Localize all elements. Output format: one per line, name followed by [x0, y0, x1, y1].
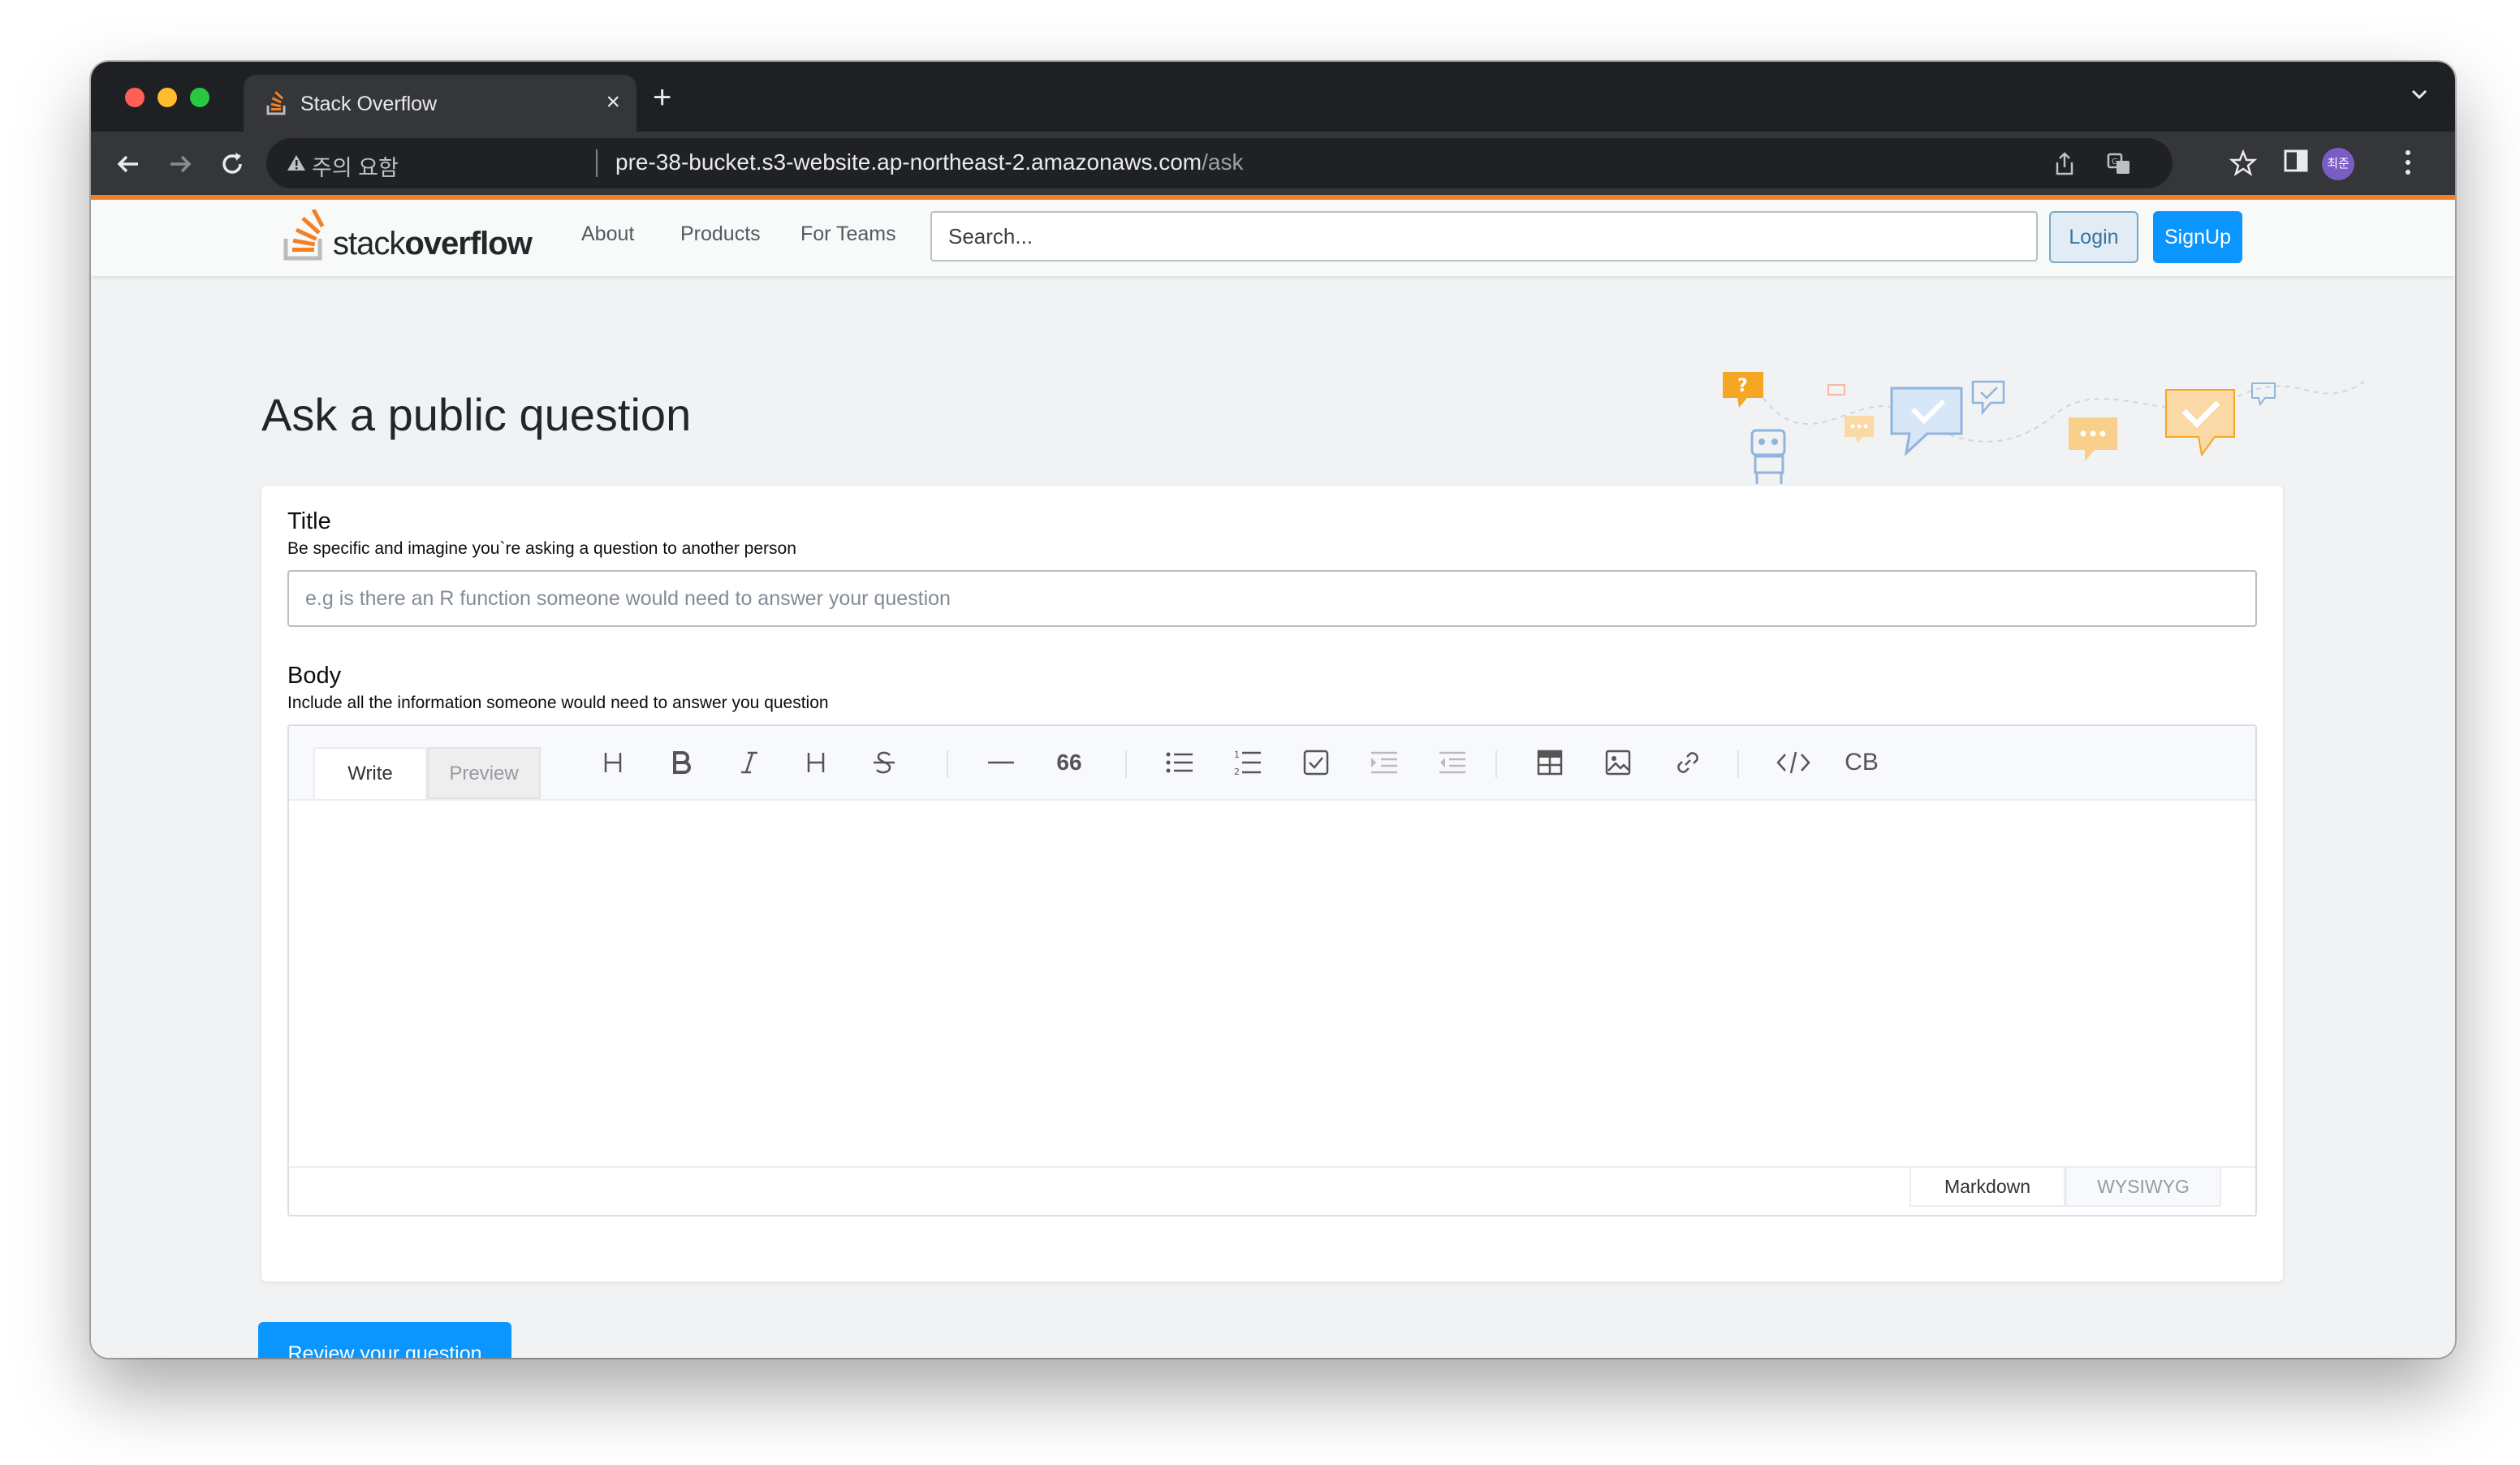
- address-bar[interactable]: 주의 요함 pre-38-bucket.s3-website.ap-northe…: [266, 138, 2173, 188]
- signup-button[interactable]: SignUp: [2153, 211, 2242, 263]
- body-editor-textarea[interactable]: [289, 801, 2255, 1168]
- horizontal-rule-icon[interactable]: [982, 744, 1020, 781]
- table-icon[interactable]: [1531, 744, 1569, 781]
- logo-text-bold: overflow: [404, 226, 532, 261]
- bullet-list-icon[interactable]: [1161, 744, 1198, 781]
- logo-text-light: stack: [333, 226, 405, 261]
- code-block-icon[interactable]: CB: [1843, 744, 1880, 781]
- stackoverflow-favicon-icon: [266, 91, 289, 119]
- toolbar-divider: [1737, 750, 1739, 778]
- side-panel-icon[interactable]: [2283, 148, 2309, 178]
- strikethrough-icon[interactable]: [865, 744, 903, 781]
- nav-products[interactable]: Products: [680, 223, 761, 246]
- minimize-window-button[interactable]: [158, 88, 177, 107]
- back-arrow-icon[interactable]: [112, 148, 145, 180]
- stackoverflow-logo-icon: [283, 208, 325, 261]
- translate-icon[interactable]: G: [2106, 151, 2132, 181]
- task-list-icon[interactable]: [1297, 744, 1335, 781]
- browser-window: Stack Overflow × + 주의 요함 pre-38-bucket.s…: [91, 62, 2455, 1358]
- tab-write[interactable]: Write: [313, 747, 427, 799]
- tab-close-icon[interactable]: ×: [606, 88, 620, 117]
- editor-mode-switch: Markdown WYSIWYG: [289, 1166, 2255, 1215]
- reload-icon[interactable]: [216, 148, 248, 180]
- question-form-card: Title Be specific and imagine you`re ask…: [261, 486, 2283, 1281]
- image-icon[interactable]: [1599, 744, 1637, 781]
- title-input[interactable]: [287, 570, 2257, 627]
- svg-text:2: 2: [1234, 767, 1240, 777]
- chevron-down-icon[interactable]: [2408, 83, 2431, 110]
- profile-avatar[interactable]: 최준: [2322, 148, 2354, 180]
- indent-icon[interactable]: [1366, 744, 1403, 781]
- login-button[interactable]: Login: [2049, 211, 2138, 263]
- italic-icon[interactable]: [731, 744, 768, 781]
- toolbar-divider: [1125, 750, 1127, 778]
- browser-toolbar: 주의 요함 pre-38-bucket.s3-website.ap-northe…: [91, 132, 2455, 195]
- toolbar-divider: [1495, 750, 1497, 778]
- svg-text:G: G: [2112, 158, 2118, 166]
- review-question-button[interactable]: Review your question: [258, 1322, 511, 1358]
- bold-icon[interactable]: [662, 744, 700, 781]
- page-content: stackoverflow About Products For Teams L…: [91, 195, 2455, 1358]
- quote-icon[interactable]: 66: [1051, 744, 1088, 781]
- url-divider: [596, 149, 598, 177]
- code-icon[interactable]: [1775, 744, 1812, 781]
- url-text[interactable]: pre-38-bucket.s3-website.ap-northeast-2.…: [615, 149, 1243, 175]
- more-menu-icon[interactable]: [2401, 148, 2414, 181]
- search-input[interactable]: [930, 211, 2038, 261]
- tab-title: Stack Overflow: [300, 93, 438, 115]
- stackoverflow-logo[interactable]: stackoverflow: [283, 208, 533, 261]
- editor-toolbar: Write Preview 66 1 2 CB: [289, 726, 2255, 801]
- markdown-mode-tab[interactable]: Markdown: [1909, 1168, 2065, 1207]
- page-title: Ask a public question: [261, 389, 692, 440]
- bookmark-star-icon[interactable]: [2229, 149, 2258, 181]
- tab-preview[interactable]: Preview: [427, 747, 541, 799]
- body-hint: Include all the information someone woul…: [287, 694, 829, 712]
- url-host: pre-38-bucket.s3-website.ap-northeast-2.…: [615, 149, 1202, 175]
- new-tab-button[interactable]: +: [653, 80, 671, 115]
- svg-text:1: 1: [1234, 750, 1240, 760]
- warning-icon[interactable]: [286, 153, 307, 178]
- ask-question-illustration: ?: [1723, 372, 2365, 484]
- logo-wordmark: stackoverflow: [333, 226, 533, 262]
- wysiwyg-mode-tab[interactable]: WYSIWYG: [2065, 1168, 2221, 1207]
- url-path: /ask: [1202, 149, 1244, 175]
- toolbar-divider: [947, 750, 948, 778]
- browser-tab[interactable]: Stack Overflow ×: [244, 75, 636, 132]
- tab-strip: Stack Overflow × +: [91, 62, 2455, 132]
- heading-icon[interactable]: [594, 744, 632, 781]
- nav-about[interactable]: About: [581, 223, 634, 246]
- svg-text:?: ?: [1737, 376, 1748, 396]
- security-warning-label[interactable]: 주의 요함: [312, 150, 399, 182]
- markdown-editor: Write Preview 66 1 2 CB Markdown WYSIWYG: [287, 724, 2257, 1217]
- title-hint: Be specific and imagine you`re asking a …: [287, 539, 796, 558]
- share-icon[interactable]: [2052, 151, 2077, 181]
- forward-arrow-icon[interactable]: [164, 148, 196, 180]
- maximize-window-button[interactable]: [190, 88, 209, 107]
- outdent-icon[interactable]: [1434, 744, 1471, 781]
- body-label: Body: [287, 663, 342, 689]
- nav-for-teams[interactable]: For Teams: [800, 223, 896, 246]
- title-label: Title: [287, 508, 331, 534]
- site-header: stackoverflow About Products For Teams L…: [91, 195, 2455, 276]
- close-window-button[interactable]: [125, 88, 145, 107]
- ordered-list-icon[interactable]: 12: [1229, 744, 1266, 781]
- link-icon[interactable]: [1669, 744, 1707, 781]
- heading-alt-icon[interactable]: [797, 744, 835, 781]
